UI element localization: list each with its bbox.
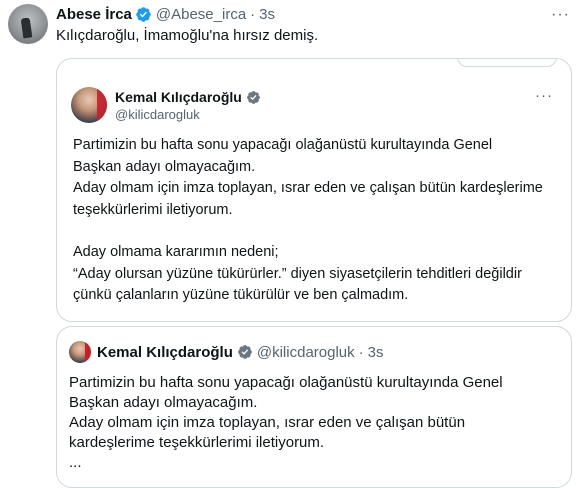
- image-line: Partimizin bu hafta sonu yapacağı olağan…: [73, 137, 493, 153]
- timestamp[interactable]: 3s: [259, 6, 275, 23]
- image-tweet-body: Partimizin bu hafta sonu yapacağı olağan…: [73, 135, 553, 307]
- image-line: Aday olmam için imza toplayan, ısrar ede…: [73, 180, 543, 196]
- quoted-tweet-body: Partimizin bu hafta sonu yapacağı olağan…: [69, 373, 549, 473]
- quoted-author-avatar: [69, 341, 91, 363]
- separator: ·: [358, 343, 364, 361]
- quoted-tweet[interactable]: Kemal Kılıçdaroğlu @kilicdarogluk · 3s P…: [56, 326, 572, 488]
- verified-badge-icon: [246, 90, 260, 104]
- image-line: Başkan adayı olmayacağım.: [73, 158, 256, 175]
- author-avatar[interactable]: [8, 4, 48, 44]
- quote-line: Partimizin bu hafta sonu yapacağı olağan…: [69, 374, 503, 391]
- quoted-timestamp: 3s: [367, 343, 384, 361]
- author-name[interactable]: Abese İrca: [56, 6, 132, 23]
- image-top-tab: [457, 59, 557, 67]
- image-author-handle: @kilicdarogluk: [115, 107, 200, 122]
- quoted-author-handle: @kilicdarogluk: [256, 343, 355, 361]
- image-author-name: Kemal Kılıçdaroğlu: [115, 89, 242, 105]
- attached-image[interactable]: Kemal Kılıçdaroğlu @kilicdarogluk ··· Pa…: [56, 58, 572, 322]
- image-line: çünkü çalanların yüzüne tükürülür ve ben…: [73, 287, 409, 303]
- quote-line: kardeşlerime teşekkürlerimi iletiyorum.: [69, 434, 325, 451]
- image-more-options-icon: ···: [535, 87, 553, 104]
- separator: ·: [250, 5, 256, 23]
- author-handle[interactable]: @Abese_irca: [156, 6, 246, 23]
- tweet-text: Kılıçdaroğlu, İmamoğlu'na hırsız demiş.: [56, 27, 319, 44]
- quoted-tweet-header: Kemal Kılıçdaroğlu @kilicdarogluk · 3s: [69, 341, 383, 363]
- quoted-author-name: Kemal Kılıçdaroğlu: [97, 343, 233, 361]
- image-author-avatar: [71, 87, 107, 123]
- image-author-name-row: Kemal Kılıçdaroğlu: [115, 89, 265, 105]
- verified-badge-icon: [238, 345, 252, 359]
- quote-line: Başkan adayı olmayacağım.: [69, 394, 258, 411]
- verified-badge-icon: [136, 6, 151, 22]
- image-line: teşekkürlerimi iletiyorum.: [73, 201, 233, 218]
- more-options-icon[interactable]: ···: [551, 6, 570, 24]
- image-line: Aday olmama kararımın nedeni;: [73, 244, 279, 260]
- quote-line: Aday olmam için imza toplayan, ısrar ede…: [69, 414, 466, 431]
- quote-line: ...: [69, 454, 82, 471]
- image-line: “Aday olursan yüzüne tükürürler.” diyen …: [73, 265, 522, 282]
- tweet-header: Abese İrca @Abese_irca · 3s: [56, 4, 275, 24]
